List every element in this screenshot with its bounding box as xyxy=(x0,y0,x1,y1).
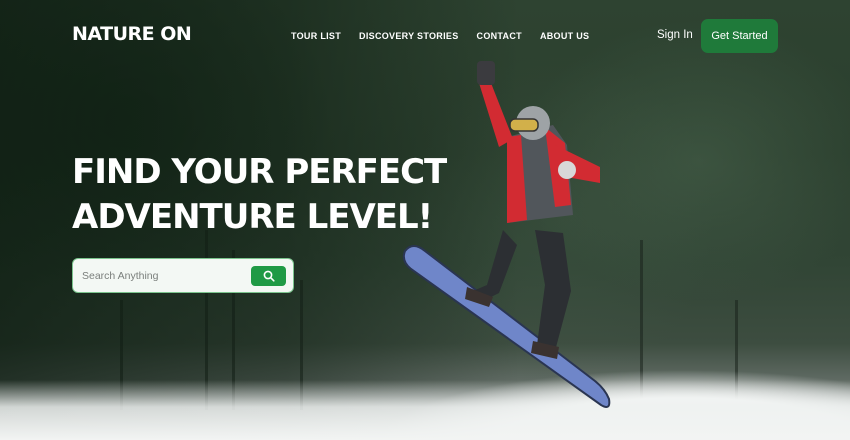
hero-section: NATURE ON TOUR LIST DISCOVERY STORIES CO… xyxy=(0,0,850,440)
search-button[interactable] xyxy=(251,266,286,286)
hero-headline: FIND YOUR PERFECT ADVENTURE LEVEL! xyxy=(72,150,452,240)
nav-link-about-us[interactable]: ABOUT US xyxy=(540,31,589,41)
search-bar xyxy=(72,258,294,293)
brand-logo[interactable]: NATURE ON xyxy=(72,23,192,45)
search-input[interactable] xyxy=(82,268,242,284)
hero-headline-line-1: FIND YOUR PERFECT xyxy=(72,152,447,192)
nav-link-discovery-stories[interactable]: DISCOVERY STORIES xyxy=(359,31,458,41)
sign-in-link[interactable]: Sign In xyxy=(657,29,693,41)
nav-link-contact[interactable]: CONTACT xyxy=(477,31,522,41)
get-started-button[interactable]: Get Started xyxy=(701,19,778,53)
top-navbar: NATURE ON TOUR LIST DISCOVERY STORIES CO… xyxy=(0,0,850,72)
nav-link-tour-list[interactable]: TOUR LIST xyxy=(291,31,341,41)
hero-headline-line-2: ADVENTURE LEVEL! xyxy=(72,197,433,237)
nav-links: TOUR LIST DISCOVERY STORIES CONTACT ABOU… xyxy=(291,31,589,41)
search-icon xyxy=(263,270,275,282)
